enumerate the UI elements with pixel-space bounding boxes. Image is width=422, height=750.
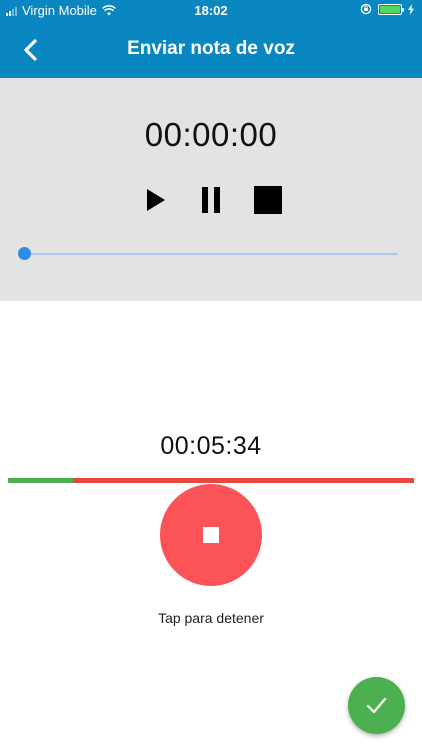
play-icon	[147, 189, 165, 211]
stop-square-icon	[203, 527, 219, 543]
audio-player-panel: 00:00:00	[0, 78, 422, 301]
recording-time-display: 00:05:34	[160, 432, 262, 460]
battery-level	[380, 5, 400, 13]
play-button[interactable]	[139, 183, 173, 217]
recording-progress-fill	[8, 478, 73, 483]
recording-hint: Tap para detener	[158, 610, 264, 626]
seek-track[interactable]	[24, 253, 398, 255]
player-time-display: 00:00:00	[144, 116, 278, 153]
status-time: 18:02	[194, 3, 228, 18]
navigation-bar: Enviar nota de voz	[0, 22, 422, 78]
recording-progress-bar	[8, 478, 414, 483]
pause-icon	[202, 187, 220, 213]
charging-icon	[408, 3, 414, 15]
page-title: Enviar nota de voz	[127, 38, 295, 59]
status-right	[360, 3, 414, 15]
stop-button[interactable]	[251, 183, 285, 217]
stop-recording-button[interactable]	[160, 484, 262, 586]
seek-slider-thumb[interactable]	[18, 247, 31, 260]
confirm-send-button[interactable]	[348, 677, 405, 734]
orientation-lock-icon	[360, 3, 372, 15]
battery-icon	[378, 3, 404, 15]
pause-button[interactable]	[194, 183, 228, 217]
status-bar: Virgin Mobile 18:02	[0, 0, 422, 22]
stop-icon	[254, 186, 282, 214]
check-icon	[366, 697, 387, 714]
